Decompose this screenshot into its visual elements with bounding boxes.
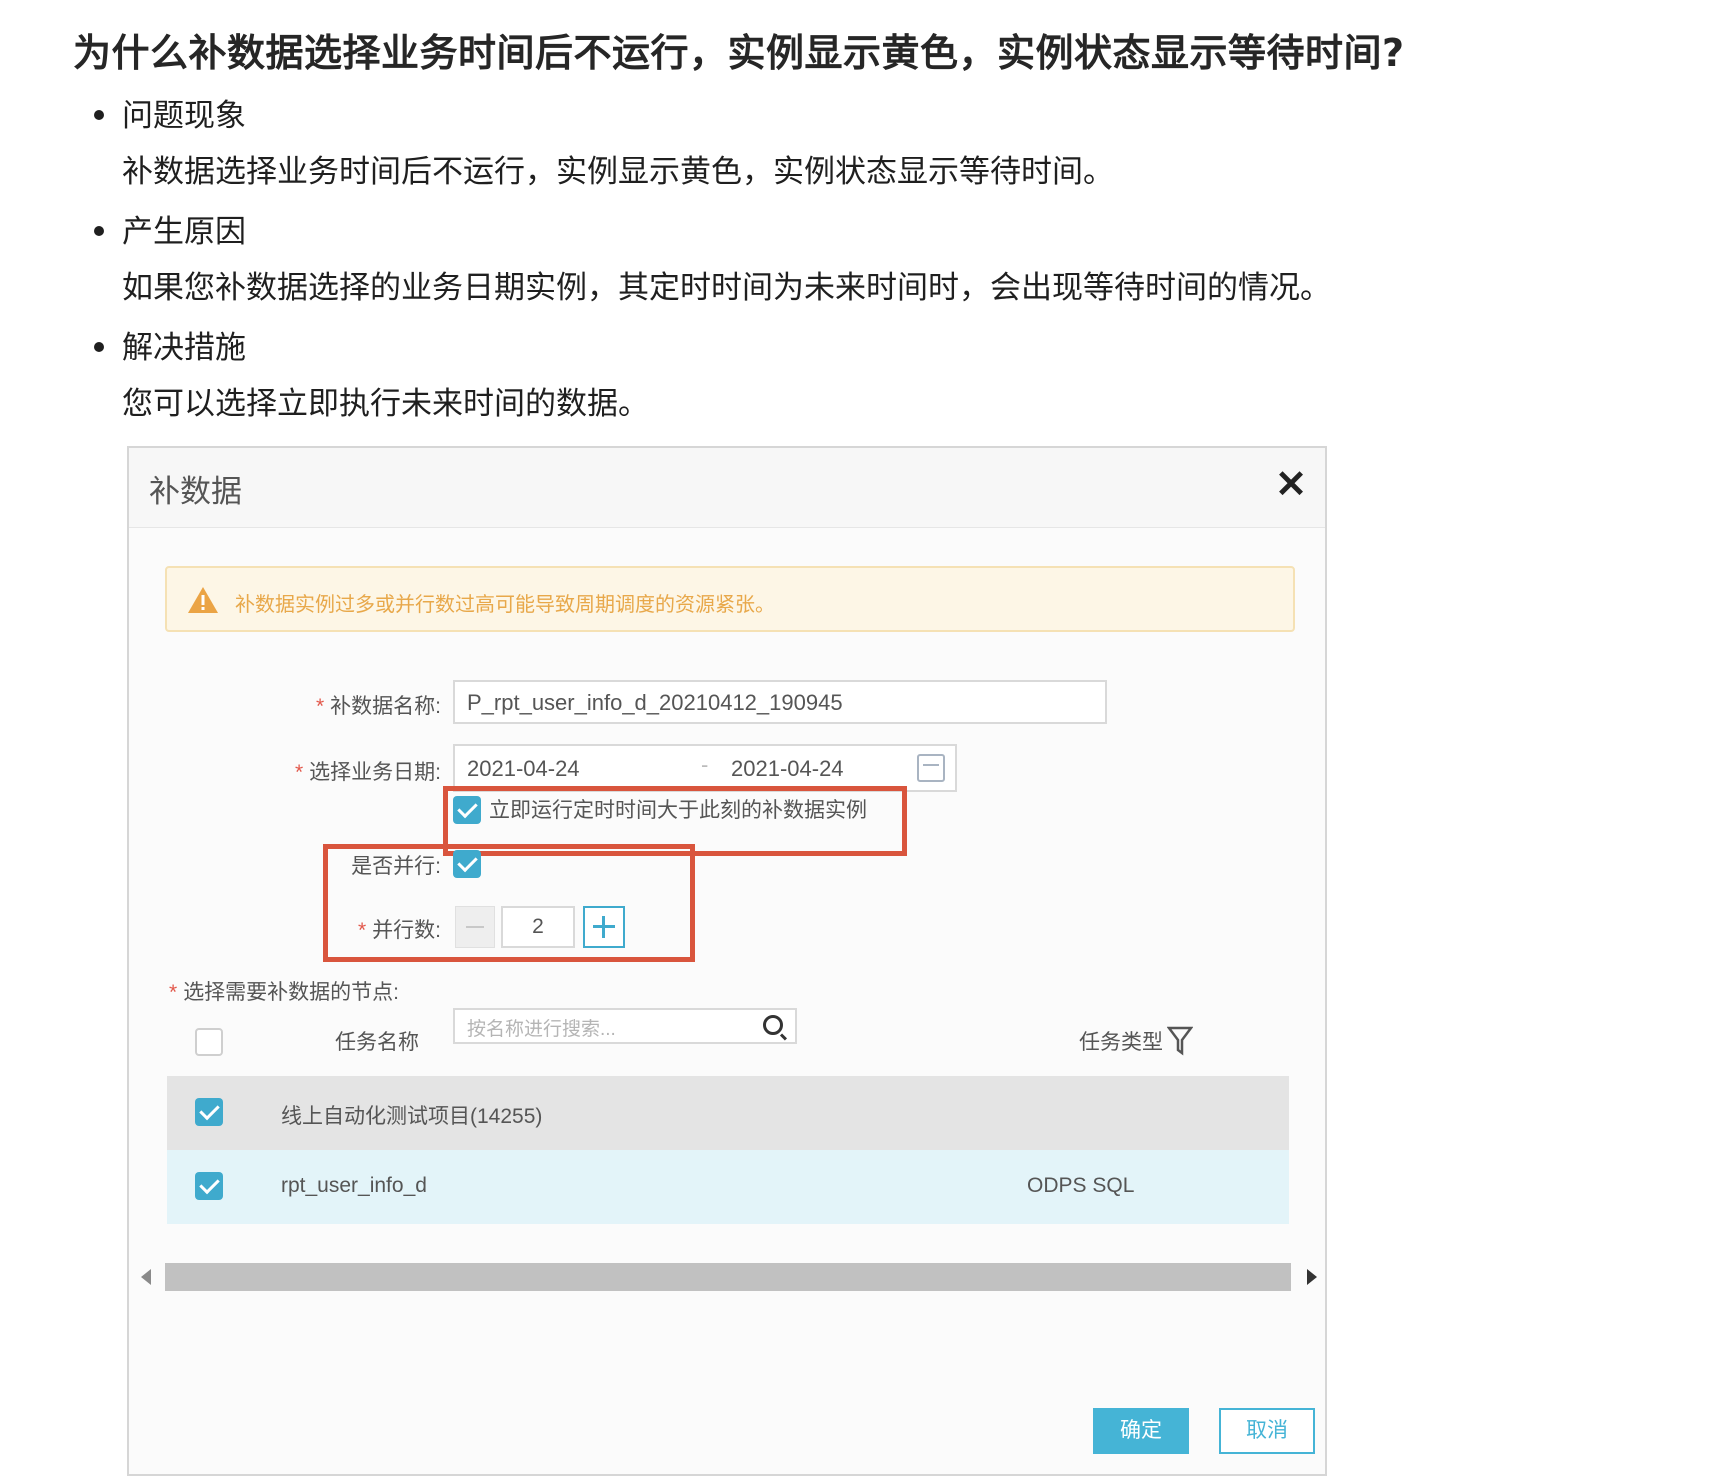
table-row[interactable]: 线上自动化测试项目(14255)	[167, 1076, 1289, 1150]
scrollbar-thumb[interactable]	[165, 1263, 1291, 1291]
task-type-cell: ODPS SQL	[1027, 1174, 1135, 1197]
dialog-title: 补数据	[149, 474, 242, 509]
section-heading: 解决措施	[122, 330, 246, 366]
date-separator: -	[701, 752, 709, 777]
increment-button[interactable]	[583, 906, 625, 948]
search-placeholder: 按名称进行搜索...	[467, 1019, 616, 1040]
section-body: 您可以选择立即执行未来时间的数据。	[122, 386, 649, 422]
business-date-label: * 选择业务日期:	[294, 761, 441, 784]
search-input[interactable]: 按名称进行搜索...	[453, 1008, 797, 1044]
filter-icon[interactable]	[1167, 1026, 1193, 1056]
row-checkbox[interactable]	[195, 1098, 223, 1126]
section-heading: 问题现象	[122, 98, 246, 134]
bullet-icon	[94, 110, 104, 120]
article-title: 为什么补数据选择业务时间后不运行，实例显示黄色，实例状态显示等待时间?	[73, 31, 1405, 75]
backfill-dialog: 补数据 ✕ 补数据实例过多或并行数过高可能导致周期调度的资源紧张。 * 补数据名称…	[127, 446, 1327, 1476]
task-name-cell: rpt_user_info_d	[281, 1174, 427, 1197]
select-all-checkbox[interactable]	[195, 1028, 223, 1056]
table-header: 任务名称 按名称进行搜索... 任务类型	[167, 988, 1287, 1078]
parallel-label: 是否并行:	[351, 855, 441, 878]
table-row[interactable]: rpt_user_info_d ODPS SQL	[167, 1150, 1289, 1224]
cancel-button[interactable]: 取消	[1219, 1408, 1315, 1454]
parallel-count-input[interactable]: 2	[501, 906, 575, 948]
calendar-icon[interactable]	[917, 754, 945, 782]
scroll-right-icon[interactable]	[1307, 1269, 1317, 1285]
parallel-checkbox[interactable]	[453, 850, 481, 878]
list-item: 产生原因 如果您补数据选择的业务日期实例，其定时时间为未来时间时，会出现等待时间…	[90, 206, 1590, 318]
bullet-icon	[94, 226, 104, 236]
column-header-task-type: 任务类型	[1079, 1031, 1163, 1054]
bullet-icon	[94, 342, 104, 352]
warning-text: 补数据实例过多或并行数过高可能导致周期调度的资源紧张。	[235, 594, 775, 616]
business-date-range[interactable]: 2021-04-24 - 2021-04-24	[453, 744, 957, 792]
faq-list: 问题现象 补数据选择业务时间后不运行，实例显示黄色，实例状态显示等待时间。 产生…	[90, 90, 1590, 438]
date-end[interactable]: 2021-04-24	[731, 756, 844, 782]
dialog-header: 补数据 ✕	[129, 448, 1325, 528]
section-heading: 产生原因	[122, 214, 246, 250]
run-now-checkbox[interactable]	[453, 796, 481, 824]
backfill-name-label: * 补数据名称:	[315, 695, 441, 718]
warning-alert: 补数据实例过多或并行数过高可能导致周期调度的资源紧张。	[165, 566, 1295, 632]
column-header-task-name: 任务名称	[335, 1031, 419, 1054]
confirm-button[interactable]: 确定	[1093, 1408, 1189, 1454]
list-item: 解决措施 您可以选择立即执行未来时间的数据。	[90, 322, 1590, 434]
warning-icon	[188, 587, 218, 613]
section-body: 补数据选择业务时间后不运行，实例显示黄色，实例状态显示等待时间。	[122, 154, 1114, 190]
backfill-name-input[interactable]: P_rpt_user_info_d_20210412_190945	[453, 680, 1107, 724]
task-name-cell: 线上自动化测试项目(14255)	[281, 1105, 543, 1128]
run-now-label: 立即运行定时时间大于此刻的补数据实例	[489, 799, 867, 822]
date-start[interactable]: 2021-04-24	[467, 756, 580, 782]
horizontal-scrollbar[interactable]	[133, 1260, 1323, 1294]
search-icon[interactable]	[763, 1015, 783, 1035]
list-item: 问题现象 补数据选择业务时间后不运行，实例显示黄色，实例状态显示等待时间。	[90, 90, 1590, 202]
decrement-button[interactable]	[455, 906, 495, 948]
row-checkbox[interactable]	[195, 1172, 223, 1200]
close-icon[interactable]: ✕	[1275, 462, 1307, 507]
parallel-count-label: * 并行数:	[357, 919, 441, 942]
section-body: 如果您补数据选择的业务日期实例，其定时时间为未来时间时，会出现等待时间的情况。	[122, 270, 1331, 306]
scroll-left-icon[interactable]	[141, 1269, 151, 1285]
